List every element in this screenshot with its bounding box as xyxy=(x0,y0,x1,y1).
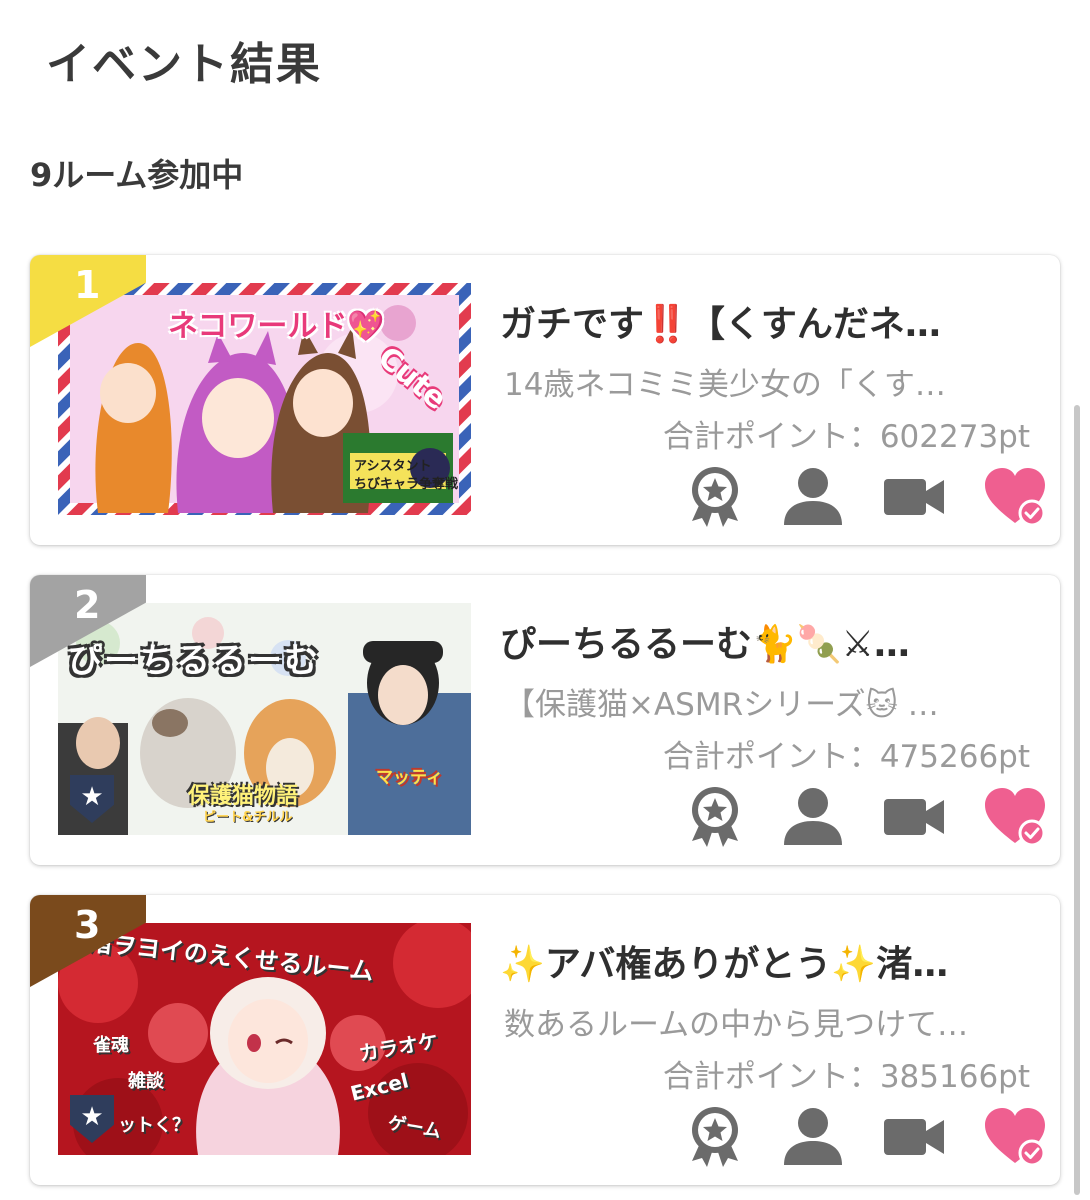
room-info: ✨アバ権ありがとう✨渚… 数あるルームの中から見つけて… 合計ポイント：3851… xyxy=(500,895,1046,1185)
room-points: 合計ポイント：475266pt xyxy=(662,739,1030,775)
room-card-2[interactable]: ぴーちるるーむ 保護猫物語 ピート&チルル マッティ ★ 2 ぴーちるるーむ🐈🍡… xyxy=(30,575,1060,865)
event-results-page: イベント結果 9ルーム参加中 ネコワールド💖 Cute アシスタント ちびキャラ… xyxy=(0,0,1090,1200)
room-card-1[interactable]: ネコワールド💖 Cute アシスタント ちびキャラ争奪戦 1 ガチです‼️【くす… xyxy=(30,255,1060,545)
room-points: 合計ポイント：385166pt xyxy=(662,1059,1030,1095)
room-count: 9ルーム参加中 xyxy=(30,156,244,194)
room-thumbnail[interactable]: 渚ヲヨイのえくせるルーム カラオケ Excel ゲーム 雀魂 雑談 ットく？ ★ xyxy=(58,923,471,1155)
thumb-text: ットく？ xyxy=(118,1115,190,1136)
heart-check-icon[interactable] xyxy=(982,1103,1048,1169)
thumb-text: 雀魂 xyxy=(93,1035,129,1056)
award-icon[interactable] xyxy=(682,1103,748,1169)
thumb-text: ピート&チルル xyxy=(203,810,293,825)
rank-number: 2 xyxy=(74,583,101,627)
heart-check-icon[interactable] xyxy=(982,783,1048,849)
thumb-text: ぴーちるるーむ xyxy=(68,641,320,681)
room-info: ガチです‼️【くすんだネ… 14歳ネコミミ美少女の「くす… 合計ポイント：602… xyxy=(500,255,1046,545)
thumb-text: 雑談 xyxy=(128,1071,164,1092)
person-icon[interactable] xyxy=(780,783,846,849)
room-actions xyxy=(682,463,1046,529)
heart-check-icon[interactable] xyxy=(982,463,1048,529)
room-thumbnail[interactable]: ネコワールド💖 Cute アシスタント ちびキャラ争奪戦 xyxy=(58,283,471,515)
scrollbar[interactable] xyxy=(1074,405,1080,1195)
person-icon[interactable] xyxy=(780,463,846,529)
thumb-text: ちびキャラ争奪戦 xyxy=(354,477,459,492)
video-camera-icon[interactable] xyxy=(882,1103,948,1169)
page-title: イベント結果 xyxy=(46,39,322,90)
video-camera-icon[interactable] xyxy=(882,783,948,849)
award-icon[interactable] xyxy=(682,463,748,529)
room-points: 合計ポイント：602273pt xyxy=(662,419,1030,455)
room-info: ぴーちるるーむ🐈🍡⚔… 【保護猫×ASMRシリーズ🐱 … 合計ポイント：4752… xyxy=(500,575,1046,865)
room-actions xyxy=(682,783,1046,849)
award-icon[interactable] xyxy=(682,783,748,849)
room-description: 数あるルームの中から見つけて… xyxy=(504,1007,969,1043)
video-camera-icon[interactable] xyxy=(882,463,948,529)
person-icon[interactable] xyxy=(780,1103,846,1169)
room-title[interactable]: ぴーちるるーむ🐈🍡⚔… xyxy=(500,615,1040,667)
room-title[interactable]: ✨アバ権ありがとう✨渚… xyxy=(500,935,1040,987)
room-description: 【保護猫×ASMRシリーズ🐱 … xyxy=(504,687,939,723)
rank-number: 1 xyxy=(74,263,101,307)
room-card-3[interactable]: 渚ヲヨイのえくせるルーム カラオケ Excel ゲーム 雀魂 雑談 ットく？ ★… xyxy=(30,895,1060,1185)
thumb-text: マッティ xyxy=(376,768,443,788)
thumb-text: アシスタント xyxy=(354,459,432,474)
room-thumbnail[interactable]: ぴーちるるーむ 保護猫物語 ピート&チルル マッティ ★ xyxy=(58,603,471,835)
room-description: 14歳ネコミミ美少女の「くす… xyxy=(504,367,946,403)
thumb-text: ネコワールド💖 xyxy=(168,309,385,344)
rank-number: 3 xyxy=(74,903,101,947)
room-actions xyxy=(682,1103,1046,1169)
room-title[interactable]: ガチです‼️【くすんだネ… xyxy=(500,295,1040,347)
